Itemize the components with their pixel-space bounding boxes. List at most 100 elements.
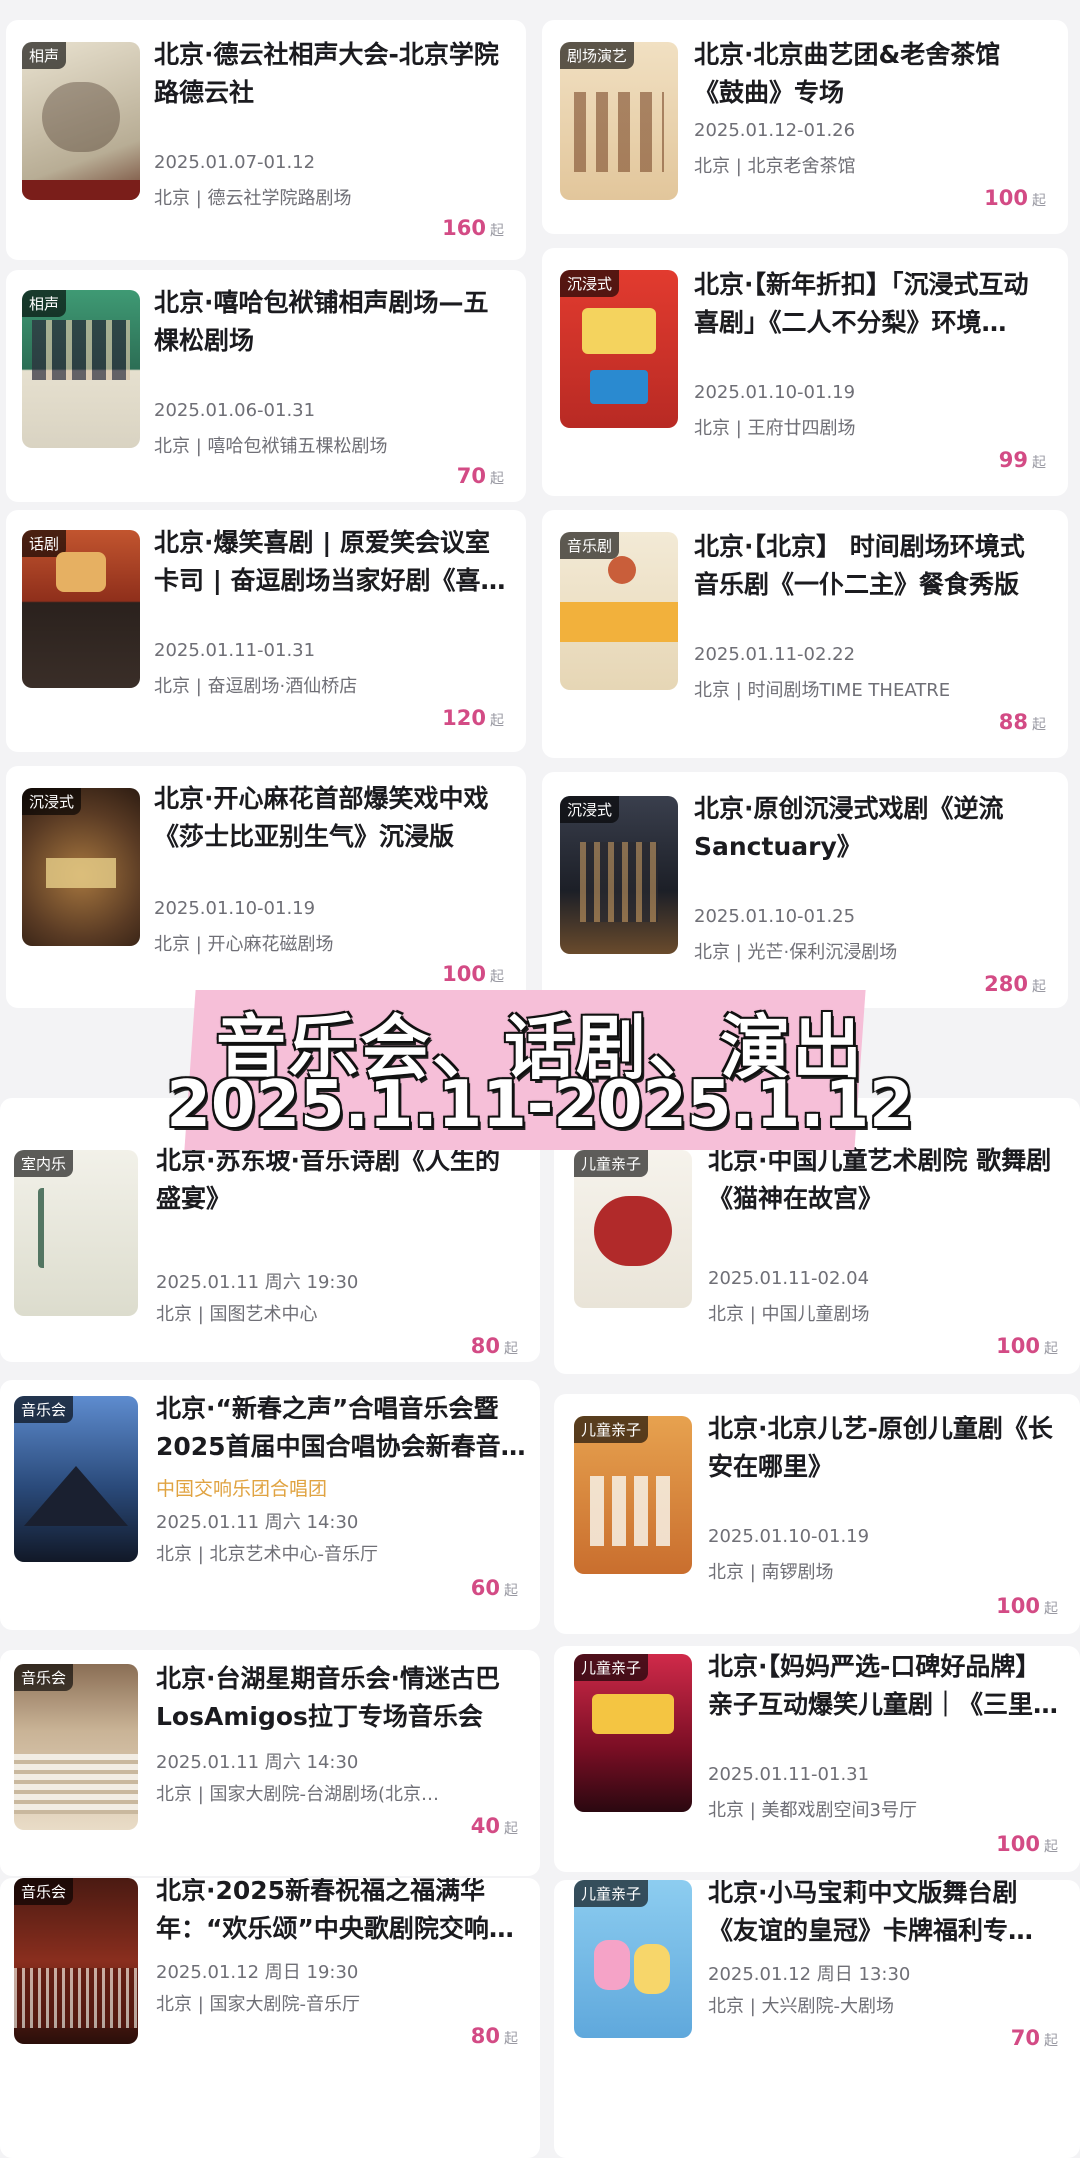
event-date: 2025.01.06-01.31 (154, 400, 316, 421)
event-price: 100 起 (996, 1832, 1058, 1856)
price-value: 80 (470, 1334, 500, 1358)
event-poster: 儿童亲子 (574, 1880, 692, 2038)
event-poster: 相声 (22, 42, 140, 200)
event-poster: 沉浸式 (560, 270, 678, 428)
price-value: 40 (470, 1814, 500, 1838)
event-venue: 北京 | 嘻哈包袱铺五棵松剧场 (154, 436, 388, 457)
event-date: 2025.01.11-02.04 (708, 1268, 870, 1289)
event-title: 北京·原创沉浸式戏剧《逆流Sanctuary》 (694, 794, 1004, 861)
category-tag: 剧场演艺 (560, 42, 635, 69)
event-price: 100 起 (996, 1334, 1058, 1358)
event-poster: 话剧 (22, 530, 140, 688)
event-poster: 沉浸式 (22, 788, 140, 946)
event-venue: 北京 | 奋逗剧场·酒仙桥店 (154, 676, 358, 697)
event-date: 2025.01.12-01.26 (694, 120, 856, 141)
event-price: 60 起 (471, 1576, 518, 1600)
event-poster: 儿童亲子 (574, 1150, 692, 1308)
event-venue: 北京 | 大兴剧院-大剧场 (708, 1996, 895, 2017)
event-poster: 沉浸式 (560, 796, 678, 954)
event-title: 北京·德云社相声大会-北京学院路德云社 (154, 40, 499, 107)
event-date: 2025.01.11 周六 14:30 (156, 1752, 359, 1773)
event-card[interactable]: 剧场演艺 北京·北京曲艺团&老舍茶馆《鼓曲》专场 2025.01.12-01.2… (542, 20, 1068, 234)
event-card[interactable]: 音乐会 北京·“新春之声”合唱音乐会暨2025首届中国合唱协会新春音… 中国交响… (0, 1380, 540, 1630)
event-title: 北京·爆笑喜剧 | 原爱笑会议室卡司 | 奋逗剧场当家好剧《喜宴… (154, 528, 491, 595)
event-card[interactable]: 儿童亲子 北京·北京儿艺-原创儿童剧《长安在哪里》 2025.01.10-01.… (554, 1394, 1080, 1634)
category-tag: 相声 (22, 42, 67, 69)
event-price: 80 起 (471, 1334, 518, 1358)
price-value: 88 (998, 710, 1028, 734)
event-card[interactable]: 沉浸式 北京·开心麻花首部爆笑戏中戏《莎士比亚别生气》沉浸版 2025.01.1… (6, 766, 526, 1008)
category-tag: 音乐会 (14, 1396, 74, 1423)
event-date: 2025.01.11-01.31 (154, 640, 316, 661)
event-date: 2025.01.10-01.19 (154, 898, 316, 919)
price-value: 120 (442, 706, 486, 730)
price-suffix: 起 (490, 969, 504, 985)
event-price: 40 起 (471, 1814, 518, 1838)
event-date: 2025.01.12 周日 19:30 (156, 1962, 359, 1983)
event-card[interactable]: 沉浸式 北京·【新年折扣】「沉浸式互动喜剧」《二人不分梨》环境… 2025.01… (542, 248, 1068, 496)
event-venue: 北京 | 国家大剧院-台湖剧场(北京… (156, 1784, 440, 1805)
event-poster: 室内乐 (14, 1150, 138, 1316)
price-value: 100 (996, 1832, 1040, 1856)
event-title: 北京·台湖星期音乐会·情迷古巴LosAmigos拉丁专场音乐会 (156, 1664, 500, 1731)
category-tag: 儿童亲子 (574, 1654, 649, 1681)
event-price: 100 起 (996, 1594, 1058, 1618)
price-suffix: 起 (1044, 1341, 1058, 1357)
price-suffix: 起 (504, 1341, 518, 1357)
event-date: 2025.01.07-01.12 (154, 152, 316, 173)
price-value: 70 (1010, 2026, 1040, 2050)
price-value: 80 (470, 2024, 500, 2048)
event-title: 北京·北京儿艺-原创儿童剧《长安在哪里》 (708, 1414, 1053, 1481)
event-poster: 儿童亲子 (574, 1416, 692, 1574)
event-card[interactable]: 儿童亲子 北京·【妈妈严选-口碑好品牌】亲子互动爆笑儿童剧｜《三里… 2025.… (554, 1646, 1080, 1872)
event-venue: 北京 | 国家大剧院-音乐厅 (156, 1994, 361, 2015)
category-tag: 音乐会 (14, 1878, 74, 1905)
event-price: 160 起 (442, 216, 504, 240)
event-card[interactable]: 音乐会 北京·台湖星期音乐会·情迷古巴LosAmigos拉丁专场音乐会 2025… (0, 1650, 540, 1876)
event-poster: 音乐会 (14, 1396, 138, 1562)
category-tag: 沉浸式 (560, 796, 620, 823)
event-title: 北京·小马宝莉中文版舞台剧《友谊的皇冠》卡牌福利专场-… (708, 1880, 1018, 1945)
top-section: 相声 北京·德云社相声大会-北京学院路德云社 2025.01.07-01.12 … (0, 0, 1080, 1008)
event-venue: 北京 | 美都戏剧空间3号厅 (708, 1800, 917, 1821)
category-tag: 室内乐 (14, 1150, 74, 1177)
event-venue: 北京 | 国图艺术中心 (156, 1304, 318, 1325)
event-date: 2025.01.10-01.19 (694, 382, 856, 403)
price-suffix: 起 (504, 1821, 518, 1837)
event-card[interactable]: 话剧 北京·爆笑喜剧 | 原爱笑会议室卡司 | 奋逗剧场当家好剧《喜宴… 202… (6, 510, 526, 752)
price-value: 99 (998, 448, 1028, 472)
price-value: 100 (442, 962, 486, 986)
event-date: 2025.01.10-01.19 (708, 1526, 870, 1547)
category-tag: 儿童亲子 (574, 1880, 649, 1907)
event-card[interactable]: 儿童亲子 北京·小马宝莉中文版舞台剧《友谊的皇冠》卡牌福利专场-… 2025.0… (554, 1880, 1080, 2158)
category-tag: 音乐会 (14, 1664, 74, 1691)
event-poster: 儿童亲子 (574, 1654, 692, 1812)
event-card[interactable]: 相声 北京·嘻哈包袱铺相声剧场—五棵松剧场 2025.01.06-01.31 北… (6, 270, 526, 502)
event-card[interactable]: 沉浸式 北京·原创沉浸式戏剧《逆流Sanctuary》 2025.01.10-0… (542, 772, 1068, 1008)
price-suffix: 起 (490, 713, 504, 729)
event-title: 北京·【新年折扣】「沉浸式互动喜剧」《二人不分梨》环境… (694, 270, 1029, 337)
event-title: 北京·北京曲艺团&老舍茶馆《鼓曲》专场 (694, 40, 1001, 107)
event-card[interactable]: 音乐会 北京·2025新春祝福之福满华年：“欢乐颂”中央歌剧院交响… 2025.… (0, 1878, 540, 2158)
event-price: 100 起 (442, 962, 504, 986)
event-card[interactable]: 音乐剧 北京·【北京】 时间剧场环境式音乐剧《一仆二主》餐食秀版 2025.01… (542, 510, 1068, 758)
event-title: 北京·中国儿童艺术剧院 歌舞剧《猫神在故宫》 (708, 1146, 1052, 1213)
price-suffix: 起 (504, 1583, 518, 1599)
price-value: 60 (470, 1576, 500, 1600)
event-title: 北京·嘻哈包袱铺相声剧场—五棵松剧场 (154, 288, 489, 355)
price-suffix: 起 (490, 471, 504, 487)
event-venue: 北京 | 王府廿四剧场 (694, 418, 856, 439)
price-suffix: 起 (1032, 193, 1046, 209)
event-price: 70 起 (457, 464, 504, 488)
event-venue: 北京 | 北京艺术中心-音乐厅 (156, 1544, 379, 1565)
event-date: 2025.01.11 周六 19:30 (156, 1272, 359, 1293)
price-suffix: 起 (490, 223, 504, 239)
price-suffix: 起 (1032, 455, 1046, 471)
event-date: 2025.01.11 周六 14:30 (156, 1512, 359, 1533)
event-card[interactable]: 相声 北京·德云社相声大会-北京学院路德云社 2025.01.07-01.12 … (6, 20, 526, 260)
event-price: 70 起 (1011, 2026, 1058, 2050)
category-tag: 儿童亲子 (574, 1150, 649, 1177)
price-value: 100 (996, 1334, 1040, 1358)
event-title: 北京·苏东坡·音乐诗剧《人生的盛宴》 (156, 1146, 500, 1213)
price-suffix: 起 (1044, 1601, 1058, 1617)
